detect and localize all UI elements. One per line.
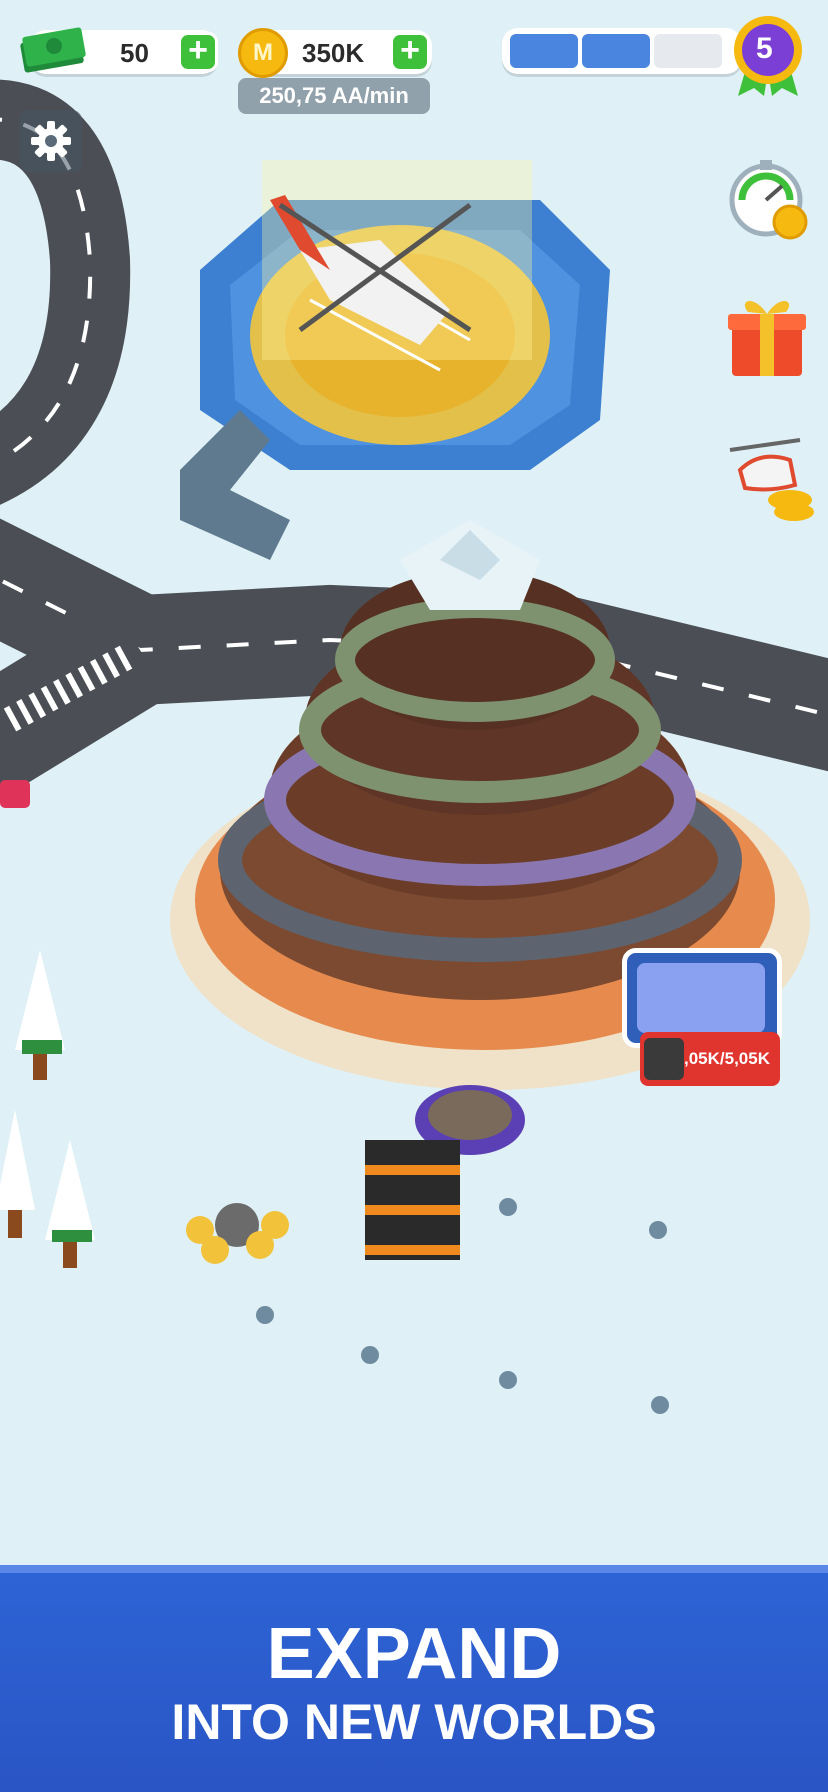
ore-icon [644,1038,684,1080]
progress-segment-3 [654,34,722,68]
cash-value: 50 [120,38,149,68]
storage-capacity-text: 5,05K/5,05K [674,1049,770,1068]
car [0,780,30,808]
gear-icon [31,121,71,161]
banner-edge [0,1565,828,1573]
level-number: 5 [756,32,773,65]
add-coins-button[interactable]: + [390,32,430,72]
gift-icon[interactable] [724,290,810,380]
promo-banner: EXPAND INTO NEW WORLDS [0,1565,828,1792]
progress-segment-1 [510,34,578,68]
speed-boost-icon[interactable] [726,152,816,242]
storage-screen [637,963,765,1033]
settings-button[interactable] [20,110,82,172]
progress-segment-2 [582,34,650,68]
helicopter-delivery-icon[interactable] [720,430,820,530]
coin-letter: M [253,39,273,66]
coin-value: 350K [302,38,365,68]
income-rate: 250,75 AA/min [238,78,430,114]
game-scene [0,0,828,1565]
coin-icon: M [238,28,288,78]
add-cash-button[interactable]: + [178,32,218,72]
storage-capacity: 5,05K/5,05K [640,1032,780,1086]
banner-headline: EXPAND [266,1614,562,1694]
banner-subline: INTO NEW WORLDS [171,1694,657,1750]
cash-icon [20,27,86,73]
